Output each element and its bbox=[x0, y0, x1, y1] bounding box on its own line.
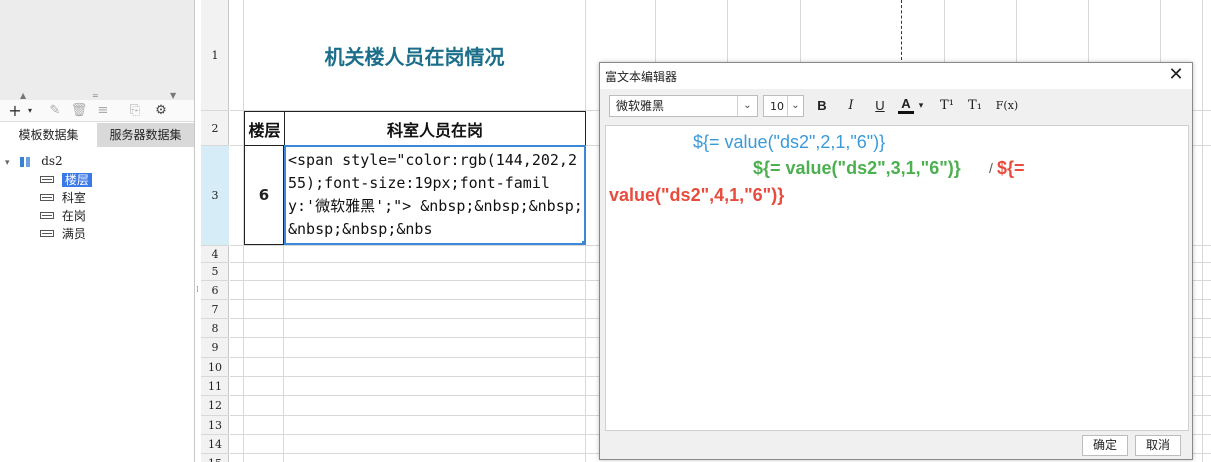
preview-icon[interactable]: ⎘ bbox=[126, 102, 144, 120]
row-number[interactable]: 10 bbox=[201, 358, 229, 377]
grid-line bbox=[1160, 0, 1161, 62]
designer-window: ▲ = ▼ + ▾ ✎ 🗑 ≡ ⎘ ⚙ 模板数据集 服务器数据集 ▾ ds2 楼 bbox=[0, 0, 1211, 462]
formula-text-blue: ${= value("ds2",2,1,"6")} bbox=[693, 132, 886, 152]
settings-icon[interactable]: ⚙ bbox=[152, 102, 170, 120]
header-staff-on-duty[interactable]: 科室人员在岗 bbox=[284, 111, 586, 145]
expand-icon[interactable]: ▾ bbox=[5, 158, 10, 168]
subscript-button[interactable]: T₁ bbox=[964, 95, 986, 117]
font-size-select[interactable]: 10 ⌄ bbox=[763, 95, 804, 117]
tree-item-label: 科室 bbox=[61, 191, 86, 205]
tree-item-label: 在岗 bbox=[61, 209, 86, 223]
field-icon bbox=[40, 176, 54, 183]
fill-handle[interactable] bbox=[582, 241, 584, 243]
grid-line bbox=[944, 0, 945, 62]
grid-line bbox=[655, 0, 656, 62]
selected-html-cell[interactable]: <span style="color:rgb(144,202,255);font… bbox=[284, 145, 586, 245]
dataset-name: ds2 bbox=[41, 154, 63, 168]
panel-splitter[interactable]: ▲ = ▼ bbox=[0, 90, 194, 100]
rich-text-editor-dialog: 富文本编辑器 ✕ 微软雅黑 ⌄ 10 ⌄ B I U A ▾ T¹ T₁ F(x… bbox=[599, 62, 1193, 460]
chevron-down-icon[interactable]: ▾ bbox=[21, 102, 39, 120]
formula-text-red: value("ds2",4,1,"6")} bbox=[609, 185, 785, 205]
tree-item-label: 楼层 bbox=[61, 173, 92, 187]
row-number[interactable]: 13 bbox=[201, 416, 229, 435]
dataset-toolbar: + ▾ ✎ 🗑 ≡ ⎘ ⚙ bbox=[0, 100, 194, 122]
edit-icon[interactable]: ✎ bbox=[46, 102, 64, 120]
font-color-button[interactable]: A bbox=[898, 95, 914, 114]
row-number[interactable]: 12 bbox=[201, 396, 229, 416]
chevron-down-icon[interactable]: ⌄ bbox=[787, 96, 803, 116]
row-number[interactable]: 5 bbox=[201, 263, 229, 281]
collapse-down-icon[interactable]: ▼ bbox=[170, 91, 176, 100]
row-number[interactable]: 14 bbox=[201, 435, 229, 454]
underline-button[interactable]: U bbox=[869, 95, 891, 117]
header-floor[interactable]: 楼层 bbox=[244, 111, 285, 145]
tab-server-dataset[interactable]: 服务器数据集 bbox=[97, 123, 194, 147]
row-number[interactable]: 11 bbox=[201, 377, 229, 396]
dialog-title: 富文本编辑器 bbox=[605, 70, 678, 84]
grid-line bbox=[1202, 0, 1203, 462]
row-number[interactable]: 2 bbox=[201, 111, 229, 146]
grid-line bbox=[727, 0, 728, 62]
grid-line bbox=[800, 0, 801, 62]
tree-item-on-duty[interactable]: 在岗 bbox=[40, 207, 86, 225]
row-number[interactable]: 15 bbox=[201, 454, 229, 462]
grid-line bbox=[283, 246, 284, 462]
formula-text-red-start: ${= bbox=[997, 158, 1025, 178]
formula-text-green: ${= value("ds2",3,1,"6")} bbox=[753, 158, 961, 178]
font-family-select[interactable]: 微软雅黑 ⌄ bbox=[609, 95, 758, 117]
panel-empty-area bbox=[0, 0, 194, 90]
delete-icon[interactable]: 🗑 bbox=[70, 102, 88, 120]
field-icon bbox=[40, 212, 54, 219]
font-size-value: 10 bbox=[770, 100, 784, 113]
field-icon bbox=[40, 194, 54, 201]
ok-button[interactable]: 确定 bbox=[1082, 435, 1128, 456]
row-number[interactable]: 6 bbox=[201, 281, 229, 300]
database-icon[interactable]: ≡ bbox=[94, 102, 112, 120]
editor-toolbar: 微软雅黑 ⌄ 10 ⌄ B I U A ▾ T¹ T₁ F(x) bbox=[600, 89, 1192, 123]
rich-text-content-area[interactable]: ${= value("ds2",2,1,"6")} ${= value("ds2… bbox=[605, 125, 1189, 431]
field-icon bbox=[40, 230, 54, 237]
formula-button[interactable]: F(x) bbox=[994, 95, 1020, 117]
row-header-column: 1 2 3 4 5 6 7 8 9 10 11 12 13 14 15 bbox=[201, 0, 229, 462]
row-number[interactable]: 7 bbox=[201, 300, 229, 319]
row-number[interactable]: 4 bbox=[201, 246, 229, 263]
grip-icon[interactable]: = bbox=[92, 91, 99, 100]
bold-button[interactable]: B bbox=[811, 95, 833, 117]
tree-item-label: 满员 bbox=[61, 227, 86, 241]
row-number[interactable]: 1 bbox=[201, 0, 229, 111]
cancel-button[interactable]: 取消 bbox=[1135, 435, 1181, 456]
tree-item-full-staff[interactable]: 满员 bbox=[40, 225, 86, 243]
chevron-down-icon[interactable]: ▾ bbox=[916, 95, 926, 117]
tree-item-floor[interactable]: 楼层 bbox=[40, 171, 92, 189]
grid-line bbox=[1088, 0, 1089, 62]
cell-content: <span style="color:rgb(144,202,255);font… bbox=[288, 151, 583, 238]
superscript-button[interactable]: T¹ bbox=[936, 95, 958, 117]
tree-item-department[interactable]: 科室 bbox=[40, 189, 86, 207]
dataset-icon bbox=[19, 156, 33, 168]
row-number[interactable]: 9 bbox=[201, 338, 229, 358]
font-family-value: 微软雅黑 bbox=[616, 99, 665, 113]
tree-node-ds2[interactable]: ▾ ds2 bbox=[5, 152, 63, 170]
separator-text: / bbox=[989, 160, 993, 176]
tab-template-dataset[interactable]: 模板数据集 bbox=[0, 123, 97, 147]
chevron-down-icon[interactable]: ⌄ bbox=[737, 96, 757, 116]
collapse-up-icon[interactable]: ▲ bbox=[20, 91, 26, 100]
dataset-tabs: 模板数据集 服务器数据集 bbox=[0, 123, 194, 147]
close-icon[interactable]: ✕ bbox=[1166, 65, 1186, 85]
row-number[interactable]: 3 bbox=[201, 146, 229, 246]
splitter-grip-icon[interactable]: ⁞ bbox=[196, 285, 199, 295]
row-number[interactable]: 8 bbox=[201, 319, 229, 338]
report-title[interactable]: 机关楼人员在岗情况 bbox=[244, 0, 585, 110]
italic-button[interactable]: I bbox=[840, 95, 862, 117]
floor-value-cell[interactable]: 6 bbox=[244, 145, 284, 245]
dialog-title-bar[interactable]: 富文本编辑器 ✕ bbox=[600, 63, 1192, 89]
grid-line bbox=[1016, 0, 1017, 62]
page-break-line bbox=[901, 0, 902, 60]
dataset-panel: ▲ = ▼ + ▾ ✎ 🗑 ≡ ⎘ ⚙ 模板数据集 服务器数据集 ▾ ds2 楼 bbox=[0, 0, 195, 462]
